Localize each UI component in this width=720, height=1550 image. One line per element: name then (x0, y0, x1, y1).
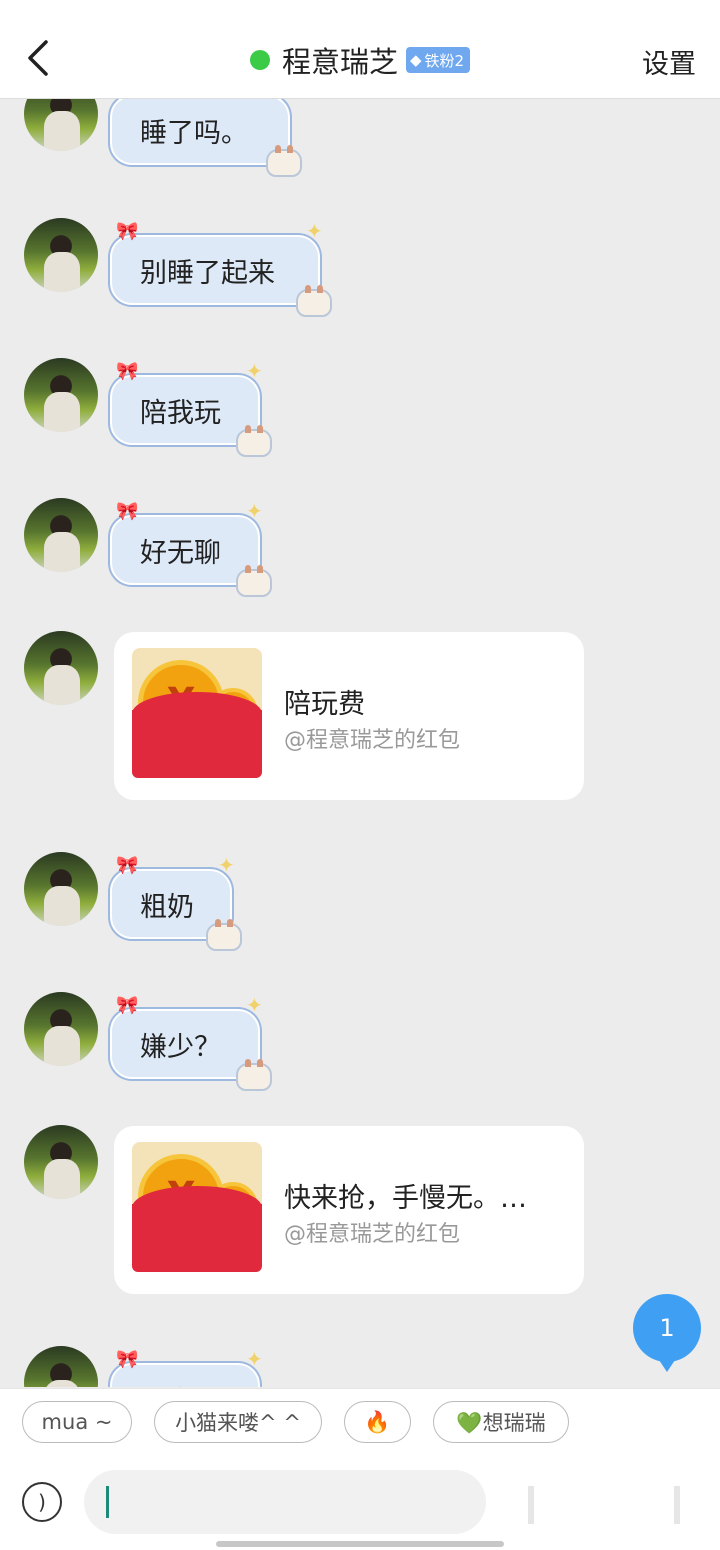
home-indicator[interactable] (216, 1541, 504, 1547)
message-text: 别睡了起来 (140, 257, 275, 289)
deer-sticker-icon (236, 565, 272, 597)
diamond-icon: ◆ (409, 51, 422, 69)
online-status-dot (249, 50, 270, 70)
unread-count-badge[interactable]: 1 (633, 1294, 701, 1372)
avatar[interactable] (24, 99, 98, 151)
deer-sticker-icon (236, 425, 272, 457)
bow-icon: 🎀 (116, 501, 139, 522)
deer-sticker-icon (296, 285, 332, 317)
avatar[interactable] (24, 992, 98, 1066)
message-text: 好无聊 (140, 537, 221, 569)
deer-sticker-icon (266, 145, 302, 177)
message-text: 嫌少？ (140, 1031, 221, 1063)
red-packet-subtitle: @程意瑞芝的红包 (284, 728, 461, 753)
avatar[interactable] (24, 358, 98, 432)
bow-icon: 🎀 (116, 995, 139, 1016)
quick-reply-bar: mua ~ 小猫来喽^ ^ 🔥 💚想瑞瑞 (0, 1388, 720, 1459)
red-packet-subtitle: @程意瑞芝的红包 (284, 1222, 461, 1247)
message-text: 你离了 (140, 1379, 221, 1388)
divider (674, 1486, 680, 1524)
avatar[interactable] (24, 852, 98, 926)
deer-sticker-icon (206, 919, 242, 951)
red-packet-title: 陪玩费 (284, 689, 365, 720)
avatar[interactable] (24, 631, 98, 705)
sparkle-icon: ✦ (246, 359, 263, 383)
voice-icon[interactable]: ) (22, 1482, 62, 1522)
text-cursor (106, 1486, 109, 1518)
sparkle-icon: ✦ (246, 993, 263, 1017)
sparkle-icon: ✦ (246, 499, 263, 523)
message-text: 陪我玩 (140, 397, 221, 429)
bow-icon: 🎀 (116, 855, 139, 876)
avatar[interactable] (24, 218, 98, 292)
bow-icon: 🎀 (116, 361, 139, 382)
avatar[interactable] (24, 1125, 98, 1199)
sparkle-icon: ✦ (218, 853, 235, 877)
red-packet-title: 快来抢，手慢无。… (284, 1183, 527, 1214)
chat-header: 程意瑞芝 ◆ 铁粉2 设置 (0, 0, 720, 99)
fan-badge-label: 铁粉2 (424, 51, 465, 70)
quick-reply-chip[interactable]: 🔥 (344, 1401, 411, 1443)
red-packet-card[interactable]: ¥ 陪玩费 @程意瑞芝的红包 (114, 632, 584, 800)
input-bar: ) (0, 1458, 720, 1550)
message-bubble[interactable]: 别睡了起来 (110, 235, 320, 305)
quick-reply-chip[interactable]: 💚想瑞瑞 (433, 1401, 569, 1443)
message-bubble[interactable]: 睡了吗。 (110, 99, 290, 165)
red-envelope-icon: ¥ (132, 648, 262, 778)
quick-reply-chip[interactable]: 小猫来喽^ ^ (154, 1401, 322, 1443)
title-group: 程意瑞芝 ◆ 铁粉2 (0, 38, 720, 82)
message-input[interactable] (84, 1470, 486, 1534)
bow-icon: 🎀 (116, 1349, 139, 1370)
sparkle-icon: ✦ (306, 219, 323, 243)
message-list[interactable]: 睡了吗。 别睡了起来 🎀 ✦ 陪我玩 🎀 ✦ 好无聊 🎀 ✦ ¥ 陪玩费 @程意… (0, 99, 720, 1387)
quick-reply-chip[interactable]: mua ~ (22, 1401, 132, 1443)
chat-title[interactable]: 程意瑞芝 (282, 39, 398, 81)
bow-icon: 🎀 (116, 221, 139, 242)
message-text: 睡了吗。 (140, 117, 248, 149)
avatar[interactable] (24, 498, 98, 572)
red-envelope-icon: ¥ (132, 1142, 262, 1272)
settings-button[interactable]: 设置 (642, 42, 696, 81)
message-text: 粗奶 (140, 891, 194, 923)
sparkle-icon: ✦ (246, 1347, 263, 1371)
avatar[interactable] (24, 1346, 98, 1387)
deer-sticker-icon (236, 1059, 272, 1091)
red-packet-card[interactable]: ¥ 快来抢，手慢无。… @程意瑞芝的红包 (114, 1126, 584, 1294)
divider (528, 1486, 534, 1524)
fan-badge: ◆ 铁粉2 (405, 47, 471, 73)
